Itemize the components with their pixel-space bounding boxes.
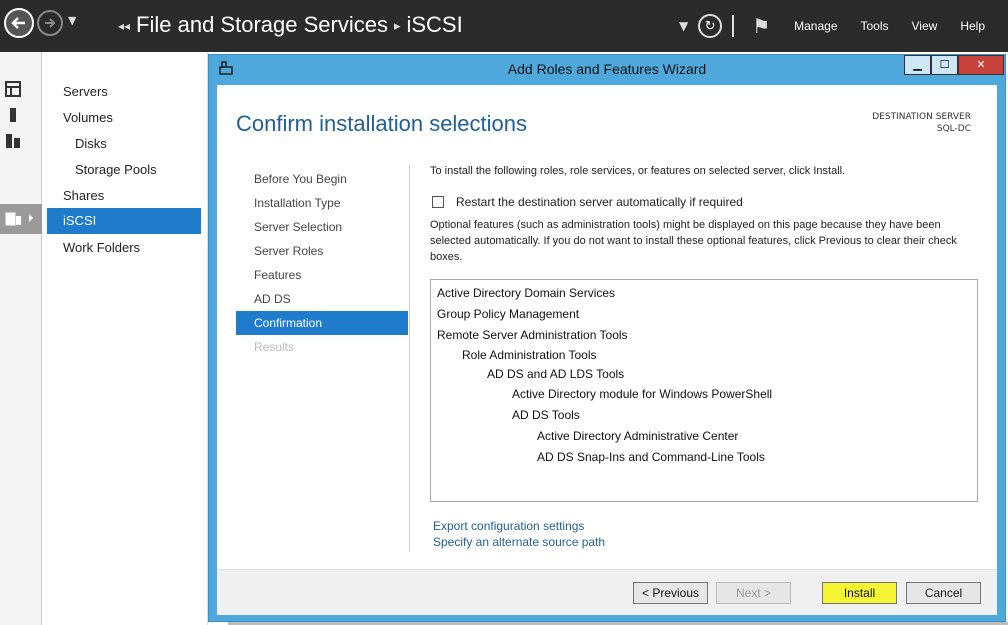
cancel-button[interactable]: Cancel xyxy=(906,582,981,604)
feature-item: Remote Server Administration Tools xyxy=(437,328,628,342)
step-server-selection[interactable]: Server Selection xyxy=(236,215,408,239)
feature-item: Active Directory Administrative Center xyxy=(537,429,739,443)
breadcrumb-dropdown-icon[interactable]: ▼ xyxy=(679,19,688,33)
feature-item: Active Directory Domain Services xyxy=(437,286,616,300)
forward-arrow-icon[interactable] xyxy=(37,10,63,36)
history-dropdown-icon[interactable]: ▼ xyxy=(68,14,76,27)
nav-item-storage-pools[interactable]: Storage Pools xyxy=(47,157,201,183)
back-arrow-icon[interactable] xyxy=(4,8,34,38)
minimize-icon[interactable]: ▁ xyxy=(904,55,931,75)
left-navigation: Servers Volumes Disks Storage Pools Shar… xyxy=(42,52,208,625)
wizard-window: Add Roles and Features Wizard ▁ ☐ ✕ Conf… xyxy=(208,54,1006,622)
step-installation-type[interactable]: Installation Type xyxy=(236,191,408,215)
all-servers-icon[interactable] xyxy=(5,133,21,149)
restart-checkbox[interactable] xyxy=(432,196,444,208)
wizard-footer: < Previous Next > Install Cancel xyxy=(217,569,997,615)
feature-item: Role Administration Tools xyxy=(462,348,597,362)
nav-item-work-folders[interactable]: Work Folders xyxy=(47,235,201,261)
optional-features-note: Optional features (such as administratio… xyxy=(430,219,957,263)
breadcrumb: ◂◂ File and Storage Services ▸ iSCSI xyxy=(118,12,463,38)
toolbar-divider xyxy=(732,15,735,37)
wizard-steps: Before You Begin Installation Type Serve… xyxy=(236,167,408,359)
dashboard-icon[interactable] xyxy=(5,81,21,97)
step-confirmation[interactable]: Confirmation xyxy=(236,311,408,335)
feature-item: AD DS Snap-Ins and Command-Line Tools xyxy=(537,450,765,464)
feature-item: Group Policy Management xyxy=(437,307,580,321)
breadcrumb-root[interactable]: File and Storage Services xyxy=(136,12,388,37)
menu-view[interactable]: View xyxy=(912,19,938,33)
install-instructions: To install the following roles, role ser… xyxy=(430,165,846,177)
top-bar: ▼ ◂◂ File and Storage Services ▸ iSCSI ▼ ↻ … xyxy=(0,0,1008,52)
previous-button[interactable]: < Previous xyxy=(633,582,708,604)
feature-item: AD DS Tools xyxy=(512,408,580,422)
destination-server: DESTINATION SERVER SQL-DC xyxy=(872,111,971,135)
wizard-title: Add Roles and Features Wizard xyxy=(507,61,707,77)
steps-divider xyxy=(409,165,410,552)
breadcrumb-current: iSCSI xyxy=(406,12,463,37)
step-ad-ds[interactable]: AD DS xyxy=(236,287,408,311)
file-storage-services-icon[interactable] xyxy=(5,210,33,226)
page-title: Confirm installation selections xyxy=(236,111,528,136)
step-server-roles[interactable]: Server Roles xyxy=(236,239,408,263)
wizard-body: Confirm installation selections DESTINAT… xyxy=(217,85,997,615)
restart-option[interactable]: Restart the destination server automatic… xyxy=(432,195,743,209)
nav-item-disks[interactable]: Disks xyxy=(47,131,201,157)
step-before-you-begin[interactable]: Before You Begin xyxy=(236,167,408,191)
export-configuration-link[interactable]: Export configuration settings xyxy=(433,519,584,533)
install-button[interactable]: Install xyxy=(822,582,897,604)
server-manager-icon-strip xyxy=(0,52,42,625)
feature-item: AD DS and AD LDS Tools xyxy=(487,367,625,381)
step-features[interactable]: Features xyxy=(236,263,408,287)
notifications-flag-icon[interactable]: ⚑ xyxy=(752,14,770,38)
features-list: Active Directory Domain Services Group P… xyxy=(430,279,978,502)
breadcrumb-leading-icon[interactable]: ◂◂ xyxy=(118,19,130,33)
destination-server-value: SQL-DC xyxy=(936,124,971,134)
menu-tools[interactable]: Tools xyxy=(861,19,889,33)
local-server-icon[interactable] xyxy=(5,107,21,123)
nav-item-iscsi[interactable]: iSCSI xyxy=(47,208,201,234)
breadcrumb-separator-icon: ▸ xyxy=(393,18,401,34)
feature-item: Active Directory module for Windows Powe… xyxy=(512,387,773,401)
maximize-icon[interactable]: ☐ xyxy=(931,55,958,75)
menu-help[interactable]: Help xyxy=(960,19,985,33)
step-results: Results xyxy=(254,340,295,354)
nav-item-volumes[interactable]: Volumes xyxy=(47,105,201,131)
menu-manage[interactable]: Manage xyxy=(794,19,837,33)
next-button: Next > xyxy=(716,582,791,604)
toolbar-right: ▼ ↻ ⚑ Manage Tools View Help xyxy=(679,0,1008,52)
restart-checkbox-label[interactable]: Restart the destination server automatic… xyxy=(456,195,743,209)
close-icon[interactable]: ✕ xyxy=(958,55,1004,75)
destination-server-label: DESTINATION SERVER xyxy=(872,112,971,122)
nav-item-servers[interactable]: Servers xyxy=(47,79,201,105)
nav-item-shares[interactable]: Shares xyxy=(47,183,201,209)
refresh-icon[interactable]: ↻ xyxy=(698,14,723,38)
alternate-source-link[interactable]: Specify an alternate source path xyxy=(433,535,605,549)
wizard-title-bar[interactable]: Add Roles and Features Wizard ▁ ☐ ✕ xyxy=(209,55,1005,83)
